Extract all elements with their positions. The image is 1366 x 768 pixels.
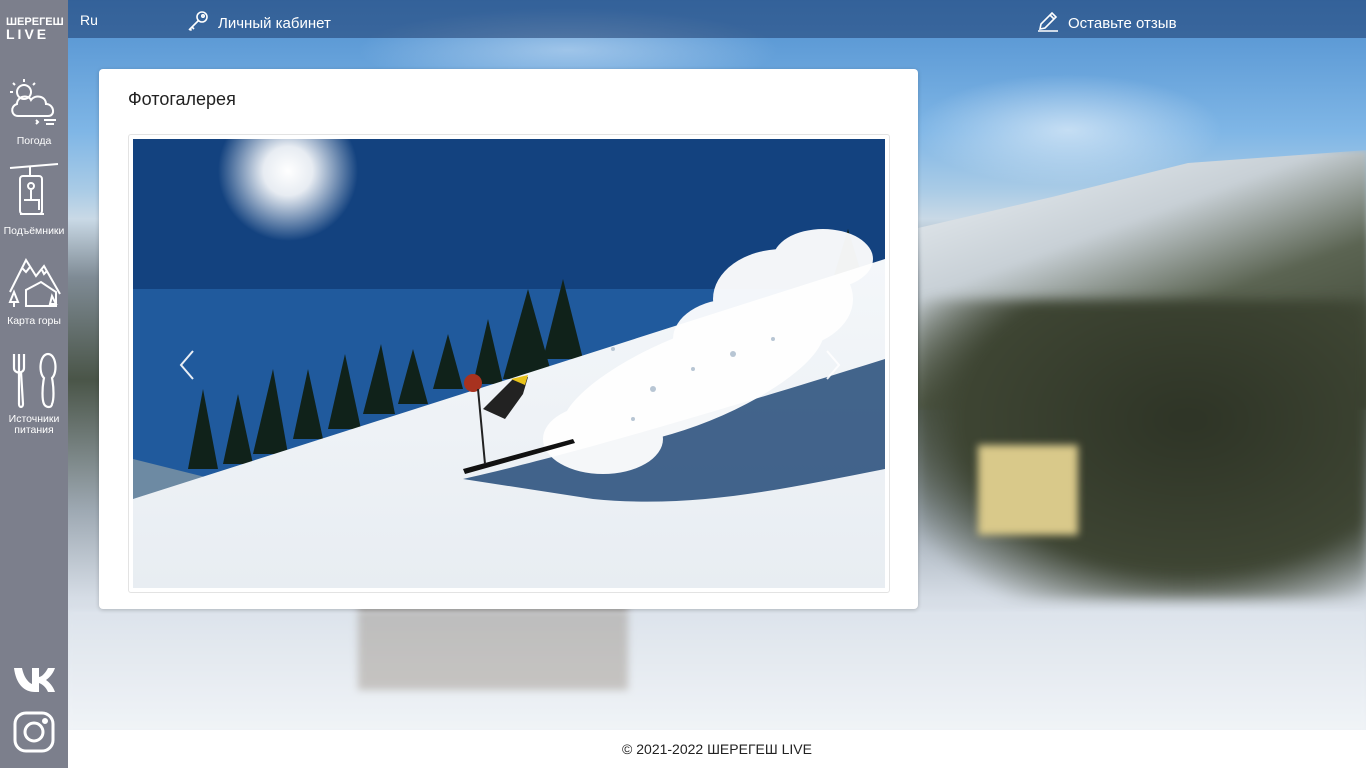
instagram-link[interactable] xyxy=(12,710,56,759)
sidebar-item-label: Карта горы xyxy=(7,315,61,327)
copyright-text: © 2021-2022 ШЕРЕГЕШ LIVE xyxy=(622,741,812,757)
logo[interactable]: ШЕРЕГЕШ LIVE xyxy=(6,16,64,41)
vk-link[interactable] xyxy=(12,662,56,699)
key-icon xyxy=(186,9,210,37)
vk-icon xyxy=(12,668,56,698)
photo-carousel xyxy=(128,134,890,593)
gallery-title: Фотогалерея xyxy=(128,89,236,109)
sidebar-item-label: Источники питания xyxy=(8,413,60,436)
top-bar: Ru Личный кабинет Оставьте отзыв xyxy=(0,0,1366,38)
sidebar-item-weather[interactable]: Погода xyxy=(0,76,68,147)
carousel-next-button[interactable] xyxy=(817,345,847,385)
chevron-left-icon xyxy=(173,350,203,389)
personal-account-label: Личный кабинет xyxy=(218,14,331,32)
sidebar-item-mountain-map[interactable]: Карта горы xyxy=(0,252,68,327)
mountain-map-icon xyxy=(0,252,68,312)
leave-review-label: Оставьте отзыв xyxy=(1068,14,1177,32)
sidebar-item-label: Погода xyxy=(16,135,52,147)
leave-review-link[interactable]: Оставьте отзыв xyxy=(1036,9,1177,37)
food-icon xyxy=(0,350,68,410)
chevron-right-icon xyxy=(817,350,847,389)
sidebar-item-food[interactable]: Источники питания xyxy=(0,350,68,436)
bg-building xyxy=(978,445,1078,535)
instagram-icon xyxy=(12,711,56,758)
language-switch[interactable]: Ru xyxy=(80,12,98,28)
sidebar: ШЕРЕГЕШ LIVE Погода Подъёмники Карта гор… xyxy=(0,0,68,768)
gallery-photo xyxy=(133,139,885,588)
bg-snow xyxy=(68,610,1366,730)
weather-icon xyxy=(0,76,68,132)
sidebar-item-lifts[interactable]: Подъёмники xyxy=(0,162,68,237)
sidebar-item-label: Подъёмники xyxy=(3,225,65,237)
carousel-prev-button[interactable] xyxy=(173,345,203,385)
personal-account-link[interactable]: Личный кабинет xyxy=(186,9,331,37)
pencil-icon xyxy=(1036,9,1060,37)
gallery-card: Фотогалерея xyxy=(99,69,918,609)
footer: © 2021-2022 ШЕРЕГЕШ LIVE xyxy=(68,730,1366,768)
ski-lift-icon xyxy=(0,162,68,222)
